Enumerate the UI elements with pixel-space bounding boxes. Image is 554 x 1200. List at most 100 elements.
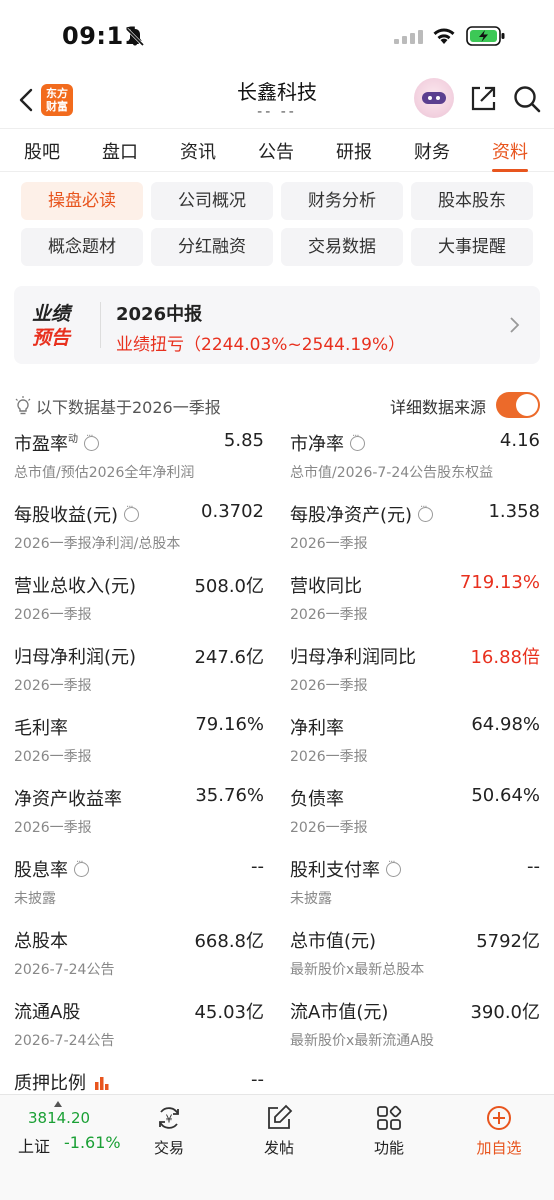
metric-value: 390.0亿 [470, 1002, 540, 1023]
subtab-trading-must-read[interactable]: 操盘必读 [21, 182, 143, 220]
metric-value: 50.64% [471, 785, 540, 806]
metric-value: 247.6亿 [194, 647, 264, 668]
metric-item: 流通A股 45.03亿 2026-7-24公告 [14, 998, 264, 1062]
metric-item: 归母净利润同比 16.88倍 2026一季报 [290, 643, 540, 707]
metric-formula: 2026一季报 [290, 749, 368, 765]
subtab-major-events[interactable]: 大事提醒 [411, 228, 533, 266]
chevron-right-icon [510, 317, 520, 333]
earnings-forecast-banner[interactable]: 业绩 预告 2026中报 业绩扭亏（2244.03%~2544.19%） [14, 286, 540, 364]
metric-formula: 2026一季报 [290, 820, 368, 836]
edit-icon [268, 1104, 293, 1129]
lightbulb-icon [15, 396, 31, 415]
metric-value: -- [527, 856, 540, 877]
metric-formula: 2026一季报 [290, 607, 368, 623]
bar-chart-icon[interactable] [94, 1074, 110, 1090]
index-change[interactable]: -1.61% [64, 1133, 121, 1152]
subtab-financial-analysis[interactable]: 财务分析 [281, 182, 403, 220]
metric-item: 市净率 4.16 总市值/2026-7-24公告股东权益 [290, 430, 540, 494]
cellular-signal-icon [394, 30, 423, 44]
metric-label: 负债率 [290, 785, 344, 811]
subtab-dividend-financing[interactable]: 分红融资 [151, 228, 273, 266]
tab-news[interactable]: 资讯 [180, 138, 216, 164]
add-circle-icon [487, 1106, 511, 1130]
metric-formula: 总市值/预估2026全年净利润 [14, 465, 195, 481]
metric-label-text: 市净率 [290, 434, 344, 455]
metric-label: 总市值(元) [290, 927, 376, 953]
index-name[interactable]: 上证 [18, 1133, 50, 1157]
metric-label-text: 毛利率 [14, 718, 68, 739]
robot-icon [422, 92, 446, 104]
tab-guba[interactable]: 股吧 [24, 138, 60, 164]
tab-research[interactable]: 研报 [336, 138, 372, 164]
metric-formula: 2026一季报 [290, 536, 368, 552]
metric-item: 归母净利润(元) 247.6亿 2026一季报 [14, 643, 264, 707]
badge-line-2: 预告 [32, 327, 71, 349]
metric-item: 营收同比 719.13% 2026一季报 [290, 572, 540, 636]
wifi-icon [433, 28, 455, 44]
metric-formula: 2026一季报 [14, 678, 92, 694]
tab-profile[interactable]: 资料 [492, 138, 528, 164]
metric-label: 营业总收入(元) [14, 572, 136, 598]
metric-value: 79.16% [195, 714, 264, 735]
more-info-icon[interactable] [418, 502, 434, 522]
metric-label: 每股净资产(元) [290, 501, 434, 527]
metric-label: 净利率 [290, 714, 344, 740]
tab-pankou[interactable]: 盘口 [102, 138, 138, 164]
more-info-icon[interactable] [84, 431, 99, 451]
status-bar: 09:11 [0, 0, 554, 72]
nav-add-watchlist[interactable]: 加自选 [464, 1103, 534, 1158]
robot-eye [436, 96, 440, 100]
metric-formula: 2026-7-24公告 [14, 962, 115, 978]
more-info-icon[interactable] [386, 857, 401, 877]
active-tab-indicator [492, 169, 528, 172]
nav-functions[interactable]: 功能 [354, 1103, 424, 1158]
metric-label: 市净率 [290, 430, 365, 456]
metric-formula: 最新股价x最新总股本 [290, 962, 425, 978]
battery-charging-icon [466, 26, 505, 46]
metric-item: 净利率 64.98% 2026一季报 [290, 714, 540, 778]
ai-assistant-avatar[interactable] [414, 78, 454, 118]
metric-item: 负债率 50.64% 2026一季报 [290, 785, 540, 849]
more-info-icon[interactable] [124, 502, 140, 522]
metric-value: 64.98% [471, 714, 540, 735]
metric-label: 流通A股 [14, 998, 80, 1024]
data-basis-note: 以下数据基于2026一季报 [14, 394, 221, 418]
metric-value: -- [251, 1069, 264, 1090]
forecast-detail: 业绩扭亏（2244.03%~2544.19%） [116, 335, 406, 355]
metric-value: 4.16 [499, 430, 540, 451]
data-source-toggle[interactable] [496, 392, 540, 418]
grid-apps-icon [377, 1105, 402, 1130]
tab-finance[interactable]: 财务 [414, 138, 450, 164]
nav-post-label: 发帖 [263, 1139, 294, 1157]
metric-label-text: 归母净利润同比 [290, 647, 416, 668]
metric-value: 719.13% [459, 572, 540, 593]
search-icon[interactable] [512, 84, 542, 114]
metric-label: 净资产收益率 [14, 785, 122, 811]
metric-label-text: 归母净利润(元) [14, 647, 137, 668]
metric-item: 毛利率 79.16% 2026一季报 [14, 714, 264, 778]
metric-value: 0.3702 [201, 501, 264, 522]
metric-item: 股息率 -- 未披露 [14, 856, 264, 920]
nav-functions-label: 功能 [373, 1139, 404, 1157]
subtab-shareholders[interactable]: 股本股东 [411, 182, 533, 220]
metric-label-text: 质押比例 [14, 1073, 86, 1094]
metric-formula: 2026一季报 [14, 749, 92, 765]
subtab-company-overview[interactable]: 公司概况 [151, 182, 273, 220]
metric-item: 股利支付率 -- 未披露 [290, 856, 540, 920]
tab-announcements[interactable]: 公告 [258, 138, 294, 164]
metric-formula: 未披露 [290, 891, 332, 907]
more-info-icon[interactable] [350, 431, 365, 451]
subtab-trading-data[interactable]: 交易数据 [281, 228, 403, 266]
nav-trade[interactable]: ¥ 交易 [134, 1103, 204, 1158]
nav-post[interactable]: 发帖 [244, 1103, 314, 1158]
index-value[interactable]: 3814.20 [28, 1109, 90, 1127]
share-icon[interactable] [468, 84, 498, 114]
bell-muted-icon [125, 27, 145, 47]
metric-label: 市盈率动 [14, 430, 99, 456]
metric-value: 5.85 [223, 430, 264, 451]
more-info-icon[interactable] [74, 857, 89, 877]
subtab-concepts[interactable]: 概念题材 [21, 228, 143, 266]
metric-item: 流A市值(元) 390.0亿 最新股价x最新流通A股 [290, 998, 540, 1062]
metric-label-text: 股利支付率 [290, 860, 380, 881]
expand-up-icon[interactable] [54, 1101, 62, 1107]
